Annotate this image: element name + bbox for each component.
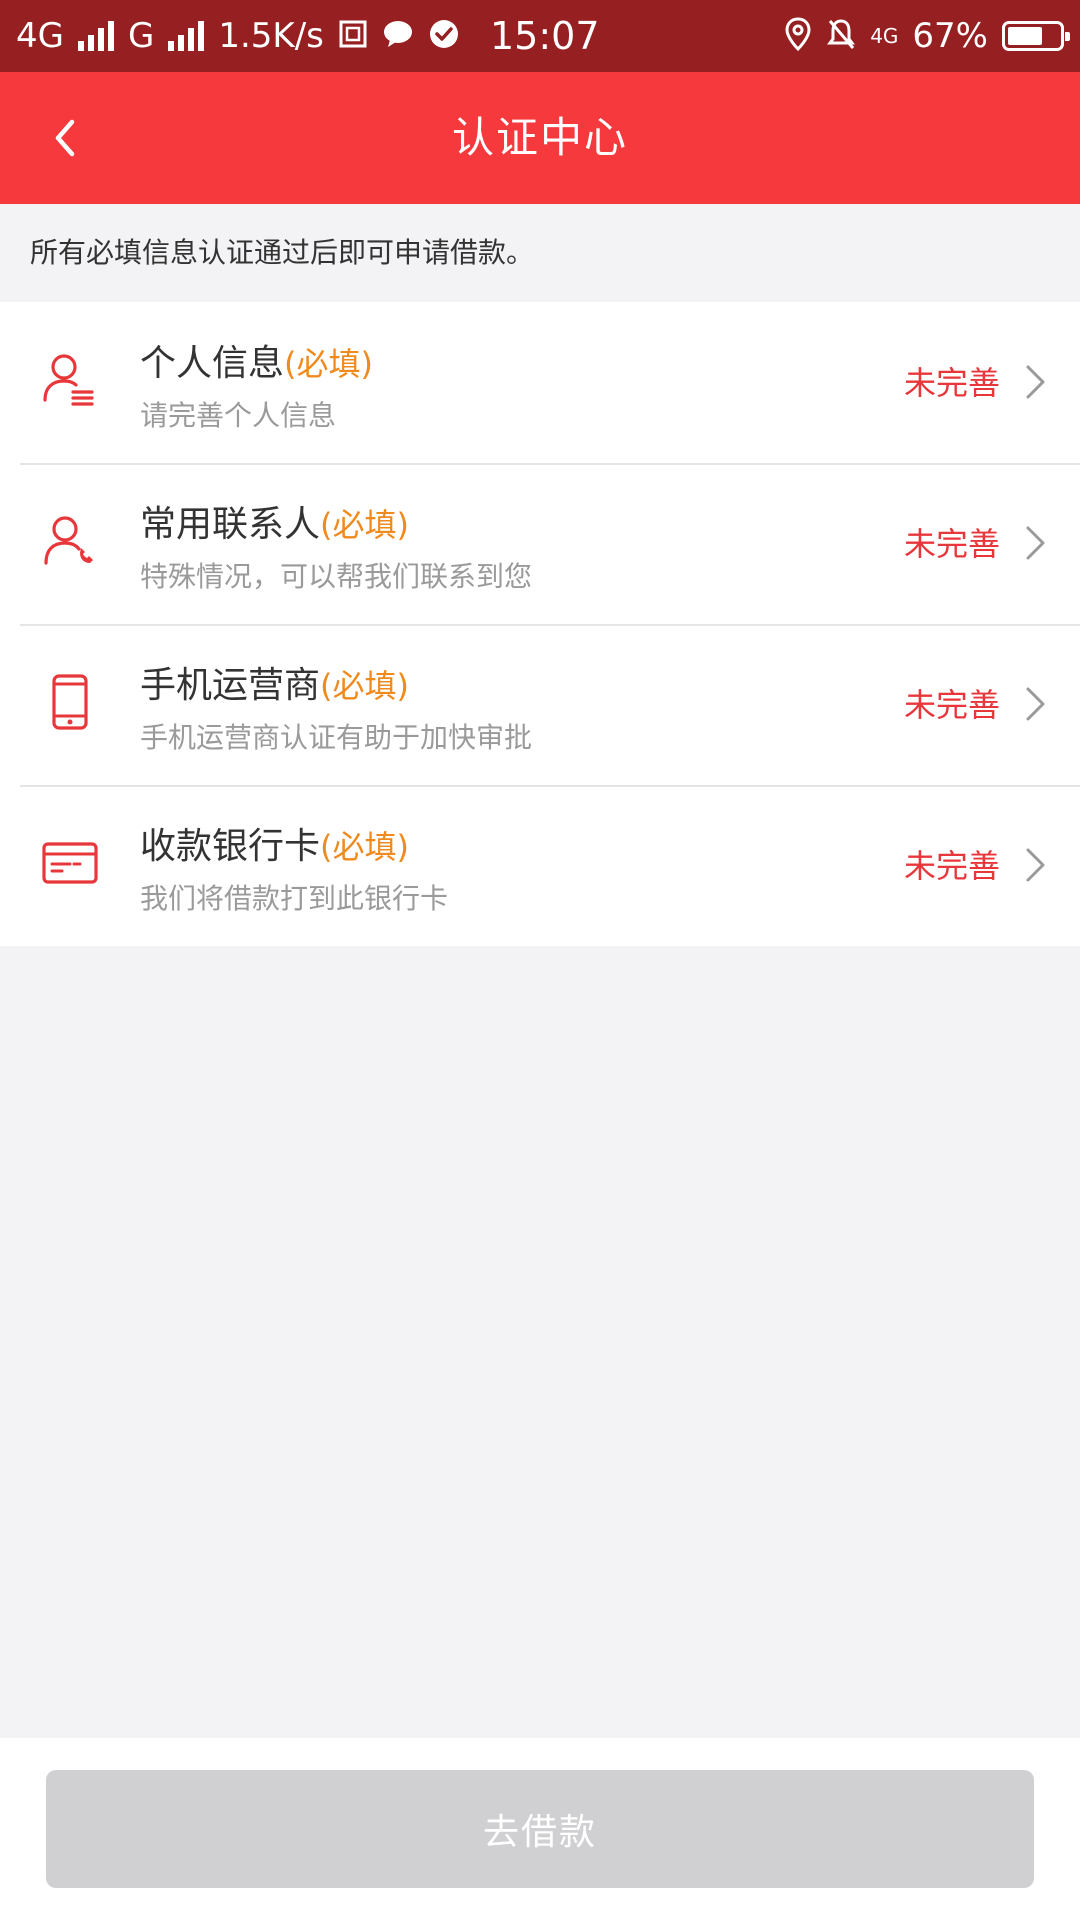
bell-muted-icon xyxy=(826,18,856,55)
chevron-right-icon xyxy=(1018,521,1054,565)
required-tag: (必填) xyxy=(320,506,409,544)
network-speed: 1.5K/s xyxy=(218,16,324,56)
list-item-mobile-carrier[interactable]: 手机运营商(必填) 手机运营商认证有助于加快审批 未完善 xyxy=(0,624,1080,785)
item-subtitle: 手机运营商认证有助于加快审批 xyxy=(140,721,533,754)
chat-bubble-icon xyxy=(382,19,414,54)
required-tag: (必填) xyxy=(320,828,409,866)
item-subtitle: 请完善个人信息 xyxy=(140,399,337,432)
status-bar: 4G G 1.5K/s 15:07 4G 67% xyxy=(0,0,1080,72)
list-item-personal-info[interactable]: 个人信息(必填) 请完善个人信息 未完善 xyxy=(0,302,1080,463)
battery-level xyxy=(1008,27,1042,45)
status-label: 未完善 xyxy=(903,364,1000,402)
item-subtitle: 特殊情况，可以帮我们联系到您 xyxy=(140,560,533,593)
required-tag: (必填) xyxy=(320,667,409,705)
item-title: 个人信息(必填) xyxy=(140,343,373,384)
bank-card-icon xyxy=(36,829,104,897)
mobile-phone-icon xyxy=(36,668,104,736)
bottom-bar: 去借款 xyxy=(0,1738,1080,1920)
chevron-right-icon xyxy=(1018,843,1054,887)
list-item-bank-card[interactable]: 收款银行卡(必填) 我们将借款打到此银行卡 未完善 xyxy=(0,785,1080,946)
chevron-right-icon xyxy=(1018,360,1054,404)
verification-list: 个人信息(必填) 请完善个人信息 未完善 常用联系人(必填) 特殊情况，可以帮我… xyxy=(0,302,1080,946)
network-type-label-2: G xyxy=(127,16,155,56)
clock: 15:07 xyxy=(490,14,600,58)
status-bar-right: 4G 67% xyxy=(784,16,1070,56)
status-label: 未完善 xyxy=(903,525,1000,563)
status-label: 未完善 xyxy=(903,686,1000,724)
user-list-icon xyxy=(36,346,104,414)
network-type-label: 4G xyxy=(16,16,64,56)
item-subtitle: 我们将借款打到此银行卡 xyxy=(140,882,449,915)
notice-text: 所有必填信息认证通过后即可申请借款。 xyxy=(30,236,535,269)
battery-icon xyxy=(1002,21,1070,51)
chevron-right-icon xyxy=(1018,682,1054,726)
item-title: 常用联系人(必填) xyxy=(140,504,409,545)
list-item-emergency-contact[interactable]: 常用联系人(必填) 特殊情况，可以帮我们联系到您 未完善 xyxy=(0,463,1080,624)
battery-percent: 67% xyxy=(912,16,988,56)
location-pin-icon xyxy=(784,16,812,56)
item-title: 手机运营商(必填) xyxy=(140,665,409,706)
check-circle-icon xyxy=(428,18,460,55)
screenshot-icon xyxy=(338,19,368,54)
required-tag: (必填) xyxy=(284,345,373,383)
item-title: 收款银行卡(必填) xyxy=(140,826,409,867)
page-title: 认证中心 xyxy=(451,113,628,162)
app-bar: 认证中心 xyxy=(0,72,1080,204)
apply-loan-button[interactable]: 去借款 xyxy=(46,1770,1034,1888)
status-bar-left: 4G G 1.5K/s xyxy=(16,16,460,56)
status-label: 未完善 xyxy=(903,847,1000,885)
signal-strength-icon-2 xyxy=(168,21,205,51)
user-phone-icon xyxy=(36,507,104,575)
network-type-label-3: 4G xyxy=(870,24,899,48)
signal-strength-icon xyxy=(77,21,114,51)
